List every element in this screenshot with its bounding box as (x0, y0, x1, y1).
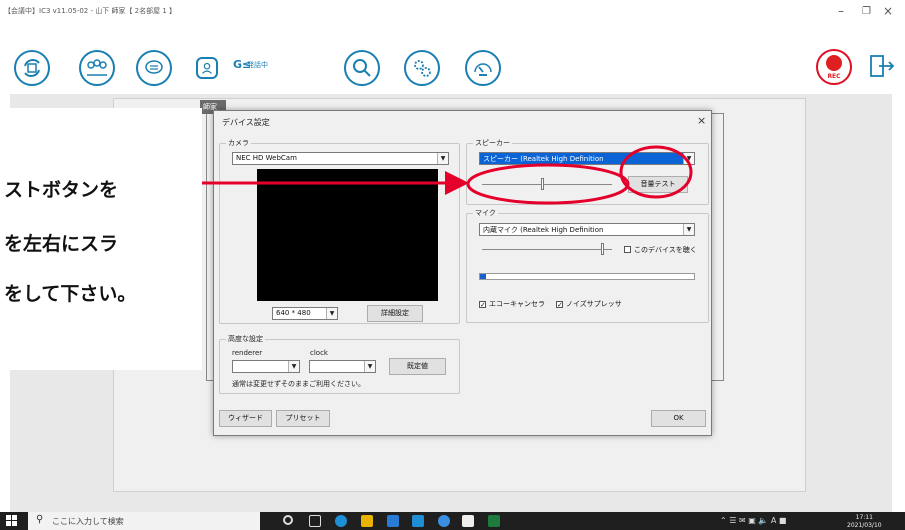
mic-group-label: マイク (473, 208, 498, 218)
ie-icon[interactable] (438, 515, 450, 527)
search-icon[interactable] (344, 50, 380, 86)
meter-icon[interactable] (465, 50, 501, 86)
participants-icon[interactable] (79, 50, 115, 86)
listen-device-label: このデバイスを聴く (634, 246, 697, 254)
advanced-note: 通常は変更せずそのままご利用ください。 (232, 380, 365, 388)
advanced-group-label: 高度な設定 (226, 334, 265, 344)
speaker-volume-slider[interactable] (482, 184, 612, 185)
speaker-group-label: スピーカー (473, 138, 512, 148)
settings-gears-icon[interactable] (404, 50, 440, 86)
restore-icon[interactable]: ❐ (862, 6, 871, 17)
camera-detail-button[interactable]: 詳細設定 (367, 305, 423, 322)
speaker-volume-thumb[interactable] (541, 178, 545, 190)
clock-time: 17:11 (855, 514, 873, 521)
file-explorer-icon[interactable] (361, 515, 373, 527)
close-icon[interactable]: × (883, 4, 893, 18)
edge-icon[interactable] (335, 515, 347, 527)
mic-volume-slider[interactable] (482, 249, 612, 250)
resolution-select[interactable]: 640 * 480 ▼ (272, 307, 338, 320)
mail-icon[interactable] (412, 515, 424, 527)
chevron-down-icon: ▼ (683, 224, 694, 235)
mic-volume-thumb[interactable] (600, 243, 604, 255)
checkbox-box: ✓ (479, 301, 486, 309)
device-settings-dialog: デバイス設定 × カメラ NEC HD WebCam ▼ 640 * 480 ▼… (213, 110, 712, 436)
mic-device-value: 内蔵マイク (Realtek High Definition (483, 226, 604, 234)
chevron-down-icon: ▼ (437, 153, 448, 164)
chevron-down-icon: ▼ (364, 361, 375, 372)
sync-icon[interactable] (14, 50, 50, 86)
ic3-app-icon[interactable] (462, 515, 474, 527)
record-button[interactable]: REC (816, 49, 852, 85)
checkbox-box (624, 246, 631, 253)
windows-start-icon[interactable] (6, 515, 18, 527)
taskbar: ⚲ ここに入力して検索 ⌃ ☰ ✉ ▣ 🔈 A ■ 17:11 2021/03/… (0, 512, 905, 530)
system-tray[interactable]: ⌃ ☰ ✉ ▣ 🔈 A ■ (720, 516, 786, 525)
renderer-label: renderer (232, 349, 263, 357)
profile-list-icon[interactable] (196, 57, 218, 79)
exit-icon[interactable] (865, 50, 901, 86)
clock-label: clock (310, 349, 328, 357)
camera-device-value: NEC HD WebCam (236, 154, 297, 162)
noise-suppress-label: ノイズサプレッサ (566, 300, 622, 308)
volume-test-button[interactable]: 音量テスト (628, 176, 688, 193)
search-icon: ⚲ (36, 514, 44, 525)
speaker-device-value: スピーカー (Realtek High Definition (483, 155, 604, 163)
callout-line-1: ストボタンを (4, 179, 119, 201)
ok-button[interactable]: OK (651, 410, 706, 427)
preset-button[interactable]: プリセット (276, 410, 330, 427)
echo-cancel-checkbox[interactable]: ✓ エコーキャンセラ (479, 299, 545, 309)
speaking-status: 発話中 (247, 61, 268, 69)
dialog-close-icon[interactable]: × (697, 114, 706, 127)
mic-input-level-meter (479, 273, 695, 280)
title-bar: 【会議中】IC3 v11.05-02 - 山下 師家【 2名部屋 1 】 – ❐… (0, 0, 905, 22)
store-icon[interactable] (387, 515, 399, 527)
noise-suppress-checkbox[interactable]: ✓ ノイズサプレッサ (556, 299, 622, 309)
chat-icon[interactable] (136, 50, 172, 86)
cortana-icon[interactable] (283, 515, 293, 525)
speaker-device-select[interactable]: スピーカー (Realtek High Definition ▼ (479, 152, 695, 165)
clock-select[interactable]: ▼ (309, 360, 376, 373)
clock-date: 2021/03/10 (847, 522, 882, 529)
dialog-title: デバイス設定 (222, 118, 270, 127)
default-values-button[interactable]: 既定値 (389, 358, 446, 375)
callout-line-3: をして下さい。 (4, 283, 137, 305)
toolbar: G≤ 発話中 REC (0, 22, 905, 86)
mic-input-level-fill (480, 274, 487, 279)
record-label: REC (827, 73, 841, 80)
app-title: 【会議中】IC3 v11.05-02 - 山下 師家【 2名部屋 1 】 (4, 7, 177, 15)
record-icon (826, 55, 842, 71)
instruction-callout: ストボタンを を左右にスラ をして下さい。 (0, 108, 202, 370)
camera-group-label: カメラ (226, 138, 251, 148)
resolution-value: 640 * 480 (276, 309, 311, 317)
listen-device-checkbox[interactable]: このデバイスを聴く (624, 245, 697, 255)
checkbox-box: ✓ (556, 301, 563, 309)
wizard-button[interactable]: ウィザード (219, 410, 272, 427)
chevron-down-icon: ▼ (326, 308, 337, 319)
camera-preview (257, 169, 438, 301)
taskbar-search-placeholder: ここに入力して検索 (52, 517, 124, 526)
chevron-down-icon: ▼ (288, 361, 299, 372)
task-view-icon[interactable] (309, 515, 321, 527)
excel-icon[interactable] (488, 515, 500, 527)
echo-cancel-label: エコーキャンセラ (489, 300, 545, 308)
camera-device-select[interactable]: NEC HD WebCam ▼ (232, 152, 449, 165)
callout-line-2: を左右にスラ (4, 233, 119, 255)
taskbar-search-box[interactable]: ⚲ ここに入力して検索 (28, 512, 260, 530)
mic-device-select[interactable]: 内蔵マイク (Realtek High Definition ▼ (479, 223, 695, 236)
minimize-icon[interactable]: – (838, 4, 844, 18)
chevron-down-icon: ▼ (683, 153, 694, 164)
renderer-select[interactable]: ▼ (232, 360, 300, 373)
clock[interactable]: 17:11 2021/03/10 (847, 514, 882, 530)
